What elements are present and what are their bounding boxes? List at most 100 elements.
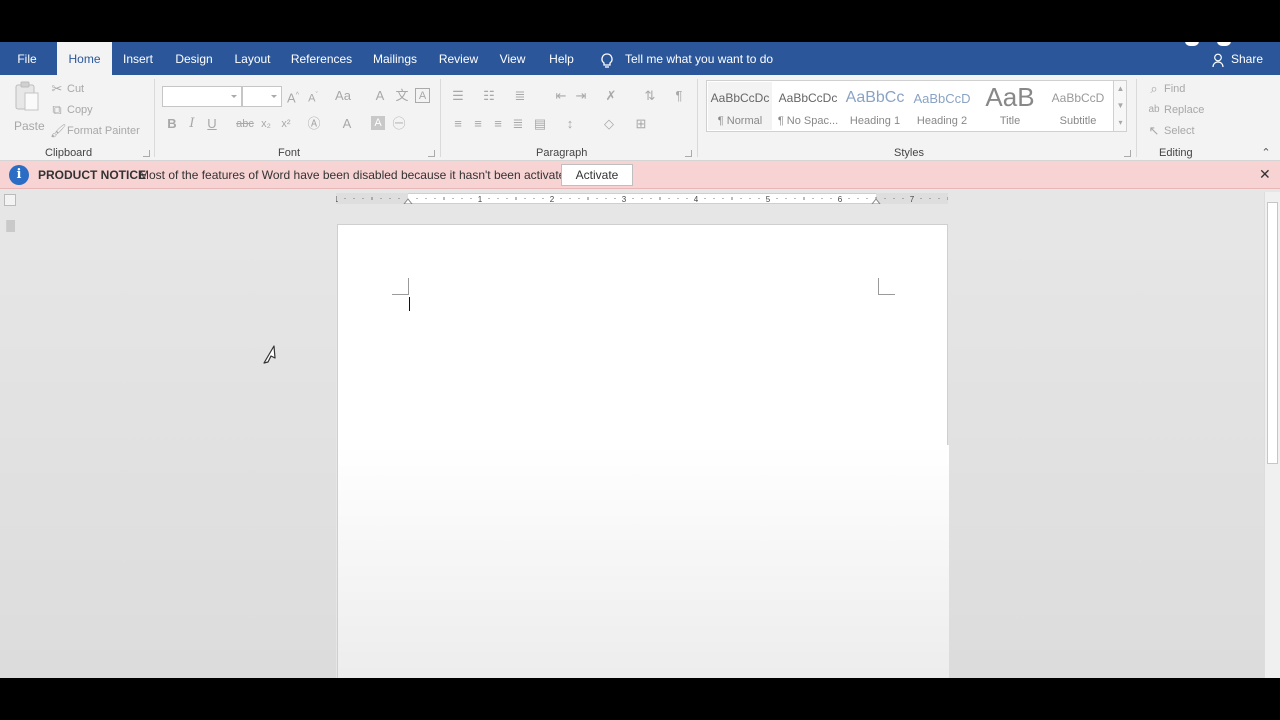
cut-label: Cut bbox=[67, 83, 85, 95]
font-color-icon[interactable]: A bbox=[371, 116, 385, 130]
line-spacing-icon[interactable]: ↕ bbox=[562, 117, 578, 131]
style-normal[interactable]: AaBbCcDc ¶ Normal bbox=[708, 82, 772, 130]
editing-group-label: Editing bbox=[1159, 147, 1193, 159]
ruler-ticks: 11234567 bbox=[336, 193, 948, 204]
style-name: Subtitle bbox=[1059, 115, 1097, 127]
style-name: Title bbox=[999, 115, 1021, 127]
character-border-icon[interactable]: A bbox=[415, 88, 430, 103]
styles-launcher-icon[interactable] bbox=[1124, 150, 1131, 157]
scrollbar-thumb[interactable] bbox=[1267, 202, 1278, 464]
enclose-characters-icon[interactable]: ㊀ bbox=[391, 117, 407, 131]
underline-icon[interactable]: U bbox=[205, 117, 219, 131]
clipboard-launcher-icon[interactable] bbox=[143, 150, 150, 157]
align-right-icon[interactable]: ≡ bbox=[490, 117, 506, 131]
highlight-icon[interactable]: A bbox=[339, 117, 355, 131]
window-control-stub bbox=[1217, 42, 1231, 46]
tab-file[interactable]: File bbox=[8, 42, 46, 75]
tab-home[interactable]: Home bbox=[57, 42, 112, 75]
window-control-stub bbox=[1185, 42, 1199, 46]
close-icon[interactable]: ✕ bbox=[1259, 167, 1271, 181]
align-center-icon[interactable]: ≡ bbox=[470, 117, 486, 131]
document-page[interactable] bbox=[337, 224, 949, 678]
group-divider bbox=[1136, 79, 1137, 157]
tab-references[interactable]: References bbox=[287, 42, 356, 75]
text-effects-icon[interactable]: Ⓐ bbox=[306, 117, 322, 131]
style-title[interactable]: AaB Title bbox=[978, 82, 1042, 130]
group-divider bbox=[697, 79, 698, 157]
phonetic-guide-icon[interactable]: 文 bbox=[394, 89, 410, 103]
bullets-icon[interactable]: ☰ bbox=[450, 89, 466, 103]
select-button[interactable]: ↖ Select bbox=[1147, 122, 1207, 140]
search-icon: ⌕ bbox=[1150, 81, 1158, 96]
tab-selector[interactable] bbox=[4, 194, 16, 206]
justify-icon[interactable]: ≣ bbox=[510, 117, 526, 131]
paragraph-launcher-icon[interactable] bbox=[685, 150, 692, 157]
multilevel-list-icon[interactable]: ≣ bbox=[512, 89, 528, 103]
borders-icon[interactable]: ⊞ bbox=[633, 117, 649, 131]
style-preview: AaBbCcD bbox=[913, 91, 971, 106]
scroll-up-icon[interactable]: ▲ bbox=[1115, 82, 1126, 96]
copy-button[interactable]: ⧉ Copy bbox=[50, 101, 110, 119]
horizontal-ruler[interactable]: 11234567 bbox=[336, 193, 948, 204]
tab-help[interactable]: Help bbox=[543, 42, 580, 75]
find-label: Find bbox=[1164, 83, 1186, 95]
find-button[interactable]: ⌕ Find bbox=[1147, 80, 1207, 98]
distributed-icon[interactable]: ▤ bbox=[531, 117, 549, 131]
collapse-ribbon-icon[interactable]: ⌃ bbox=[1259, 146, 1273, 160]
notice-title: PRODUCT NOTICE bbox=[38, 168, 146, 182]
activate-button[interactable]: Activate bbox=[561, 164, 633, 186]
replace-button[interactable]: ab Replace bbox=[1147, 101, 1217, 119]
ruler-number: 1 bbox=[478, 195, 483, 204]
style-no-spacing[interactable]: AaBbCcDc ¶ No Spac... bbox=[776, 82, 840, 130]
tab-review[interactable]: Review bbox=[434, 42, 483, 75]
decrease-indent-icon[interactable]: ⇤ bbox=[553, 89, 569, 103]
product-notice-bar: i PRODUCT NOTICE Most of the features of… bbox=[0, 161, 1280, 189]
shading-icon[interactable]: ◇ bbox=[601, 117, 617, 131]
clear-formatting-icon[interactable]: A bbox=[372, 89, 388, 103]
tab-layout[interactable]: Layout bbox=[229, 42, 276, 75]
tab-mailings[interactable]: Mailings bbox=[367, 42, 423, 75]
cut-button[interactable]: ✂ Cut bbox=[50, 80, 100, 98]
mouse-pointer-icon bbox=[263, 345, 276, 364]
font-launcher-icon[interactable] bbox=[428, 150, 435, 157]
style-preview: AaBbCc bbox=[845, 89, 905, 106]
ruler-number: 6 bbox=[838, 195, 843, 204]
tab-view[interactable]: View bbox=[494, 42, 531, 75]
numbering-icon[interactable]: ☷ bbox=[481, 89, 497, 103]
page-shading bbox=[338, 445, 949, 678]
paste-button[interactable]: Paste bbox=[10, 81, 45, 133]
more-styles-icon[interactable]: ▾ bbox=[1115, 116, 1126, 130]
paragraph-group-label: Paragraph bbox=[536, 147, 588, 159]
tab-insert[interactable]: Insert bbox=[118, 42, 158, 75]
bold-icon[interactable]: B bbox=[165, 117, 179, 131]
paintbrush-icon: 🖌 bbox=[50, 123, 67, 138]
superscript-icon[interactable]: x² bbox=[278, 117, 294, 131]
style-heading-2[interactable]: AaBbCcD Heading 2 bbox=[910, 82, 974, 130]
change-case-icon[interactable]: Aa bbox=[333, 89, 353, 103]
subscript-icon[interactable]: x₂ bbox=[258, 117, 274, 131]
show-formatting-marks-icon[interactable]: ¶ bbox=[672, 89, 686, 103]
sort-icon[interactable]: ⇅ bbox=[642, 89, 658, 103]
italic-icon[interactable]: I bbox=[185, 117, 199, 131]
increase-indent-icon[interactable]: ⇥ bbox=[573, 89, 589, 103]
format-painter-label: Format Painter bbox=[67, 125, 140, 137]
style-subtitle[interactable]: AaBbCcD Subtitle bbox=[1046, 82, 1110, 130]
style-heading-1[interactable]: AaBbCc Heading 1 bbox=[843, 82, 907, 130]
ruler-number: 7 bbox=[910, 195, 915, 204]
scroll-down-icon[interactable]: ▼ bbox=[1115, 99, 1126, 113]
strikethrough-icon[interactable]: abc bbox=[236, 117, 254, 131]
font-size-combo[interactable] bbox=[242, 86, 282, 107]
tab-design[interactable]: Design bbox=[170, 42, 218, 75]
vertical-scrollbar[interactable] bbox=[1264, 192, 1280, 678]
styles-gallery-scroller[interactable]: ▲ ▼ ▾ bbox=[1113, 80, 1127, 132]
align-left-icon[interactable]: ≡ bbox=[450, 117, 466, 131]
format-painter-button[interactable]: 🖌 Format Painter bbox=[50, 122, 145, 140]
copy-label: Copy bbox=[67, 104, 93, 116]
grow-font-icon[interactable]: A^ bbox=[286, 89, 300, 105]
styles-group-label: Styles bbox=[894, 147, 924, 159]
style-name: Heading 1 bbox=[849, 115, 901, 127]
font-name-combo[interactable] bbox=[162, 86, 242, 107]
asian-layout-icon[interactable]: ✗ bbox=[603, 89, 619, 103]
crop-mark bbox=[392, 278, 409, 295]
shrink-font-icon[interactable]: Aˇ bbox=[306, 89, 320, 106]
